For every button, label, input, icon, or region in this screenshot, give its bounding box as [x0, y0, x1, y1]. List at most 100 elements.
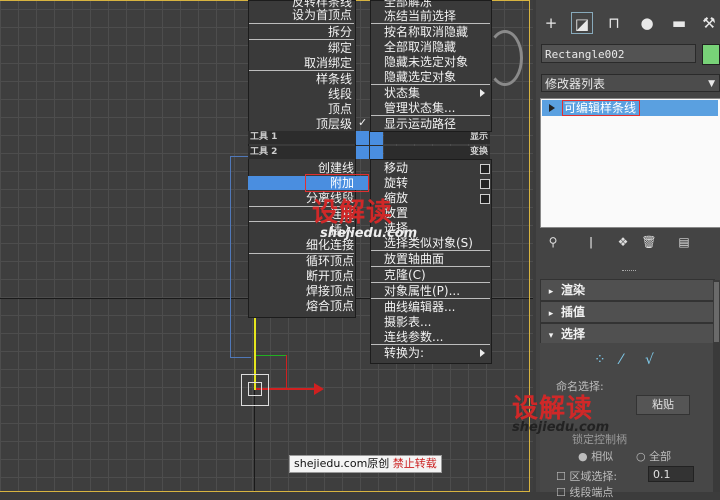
menu-item-unfreeze-all[interactable]: 全部解冻 [384, 0, 432, 9]
menu-separator [371, 115, 490, 116]
menu-item-hide-unselected[interactable]: 隐藏未选定对象 [384, 55, 468, 69]
menu-item-cycle-vertices[interactable]: 循环顶点 [252, 254, 354, 268]
menu-item-weld-vertices[interactable]: 焊接顶点 [252, 284, 354, 298]
chevron-right-icon: ▸ [548, 287, 554, 297]
motion-icon[interactable]: ● [636, 12, 658, 34]
modifier-list-dropdown[interactable]: 修改器列表 ▼ [541, 74, 720, 92]
segment-end-label: 线段端点 [569, 486, 614, 499]
rollout-label: 渲染 [561, 283, 586, 297]
menu-item-unhide-by-name[interactable]: 按名称取消隐藏 [384, 25, 468, 39]
checkmark-icon: ✓ [358, 116, 368, 129]
submenu-arrow-icon [480, 349, 485, 357]
object-color-swatch[interactable] [702, 44, 720, 65]
menu-item-state-sets[interactable]: 状态集 [384, 86, 420, 100]
chevron-right-icon: ▸ [548, 309, 554, 319]
menu-item-spline[interactable]: 样条线 [252, 72, 352, 86]
menu-item-hide-selection[interactable]: 隐藏选定对象 [384, 70, 456, 84]
menu-item-unbind[interactable]: 取消绑定 [252, 56, 352, 70]
watermark-url-2: shejiedu.com [512, 420, 610, 435]
annotation-box-stack [562, 100, 640, 116]
menu-separator [371, 282, 490, 283]
object-name-field[interactable]: Rectangle002 [541, 44, 696, 63]
menu-item-break-vertices[interactable]: 断开顶点 [252, 269, 354, 283]
menu-item-rotate[interactable]: 旋转 [384, 176, 408, 190]
menu-item-vertex[interactable]: 顶点 [252, 102, 352, 116]
menu-item-bind[interactable]: 绑定 [252, 41, 352, 55]
gizmo-plane-xy[interactable] [256, 355, 286, 356]
segment-end-checkbox[interactable]: ☐ 线段端点 [556, 484, 613, 500]
menu-item-make-first[interactable]: 设为首顶点 [252, 8, 352, 22]
menu-item-fuse-vertices[interactable]: 熔合顶点 [252, 299, 354, 313]
menu-item-freeze-selection[interactable]: 冻结当前选择 [384, 9, 456, 23]
menu-item-object-properties[interactable]: 对象属性(P)... [384, 284, 460, 298]
area-select-checkbox[interactable]: ☐ 区域选择: [556, 468, 617, 484]
rollout-interpolation[interactable]: ▸ 插值 [540, 301, 715, 323]
menu-item-clone[interactable]: 克隆(C) [384, 268, 426, 282]
menu-item-move[interactable]: 移动 [384, 161, 408, 175]
quad-header-tools1: 工具 1 [248, 131, 356, 144]
menu-separator [249, 70, 354, 71]
stack-item-editable-spline[interactable]: 可编辑样条线 [542, 100, 718, 116]
menu-item-divide[interactable]: 拆分 [252, 25, 352, 39]
plus-icon[interactable]: + [540, 12, 562, 34]
make-unique-icon[interactable]: ❖ [615, 234, 631, 250]
viewcube-compass[interactable] [487, 30, 523, 86]
panel-scrollbar-thumb[interactable] [714, 282, 719, 342]
menu-item-unhide-all[interactable]: 全部取消隐藏 [384, 40, 456, 54]
gizmo-plane-xy-edge[interactable] [286, 355, 287, 388]
segment-select-icon[interactable]: ⁄ [620, 352, 622, 368]
credit-banner: shejiedu.com原创 禁止转载 [289, 455, 442, 473]
rollout-selection[interactable]: ▾ 选择 [540, 323, 715, 345]
quad-center-divider [356, 145, 383, 146]
remove-modifier-icon[interactable]: 🗑 [641, 234, 657, 250]
utilities-icon[interactable]: ⚒ [698, 12, 720, 34]
watermark-url: shejiedu.com [320, 226, 418, 241]
spline-select-icon[interactable]: √ [645, 352, 654, 368]
modifier-stack[interactable]: 可编辑样条线 [540, 98, 720, 228]
quad-header-transform: 变换 [384, 146, 490, 159]
credit-suffix: 禁止转载 [392, 457, 437, 470]
vertex-select-icon[interactable]: ⁘ [594, 352, 606, 368]
menu-item-place-pivot-surface[interactable]: 放置轴曲面 [384, 252, 444, 266]
pin-stack-icon[interactable]: ⚲ [545, 234, 561, 250]
chevron-down-icon: ▼ [708, 79, 715, 89]
credit-prefix: shejiedu.com原创 [294, 457, 390, 470]
hierarchy-icon[interactable]: ⊓ [603, 12, 625, 34]
menu-item-manage-state-sets[interactable]: 管理状态集... [384, 101, 455, 115]
menu-item-top-level[interactable]: 顶层级 [252, 117, 352, 131]
settings-box-icon[interactable] [480, 164, 490, 174]
menu-item-curve-editor[interactable]: 曲线编辑器... [384, 300, 455, 314]
menu-item-wire-parameters[interactable]: 连线参数... [384, 330, 443, 344]
menu-separator [371, 344, 490, 345]
radio-all[interactable]: ○ 全部 [636, 448, 671, 464]
submenu-arrow-icon [480, 89, 485, 97]
rollout-rendering[interactable]: ▸ 渲染 [540, 279, 715, 301]
configure-sets-icon[interactable]: ▤ [676, 234, 692, 250]
settings-box-icon[interactable] [480, 194, 490, 204]
quad-header-tools2: 工具 2 [248, 146, 356, 159]
display-icon[interactable]: ▬ [668, 12, 690, 34]
modify-icon[interactable]: ◪ [571, 12, 593, 34]
menu-item-create-line[interactable]: 创建线 [252, 161, 354, 175]
menu-item-convert-to[interactable]: 转换为: [384, 346, 424, 360]
menu-separator [249, 23, 354, 24]
menu-item-segment[interactable]: 线段 [252, 87, 352, 101]
paste-button[interactable]: 粘贴 [636, 395, 690, 415]
menu-item-display-trajectory[interactable]: 显示运动路径 [384, 117, 456, 131]
menu-separator [371, 266, 490, 267]
quad-header-display: 显示 [384, 131, 490, 144]
gizmo-x-arrow[interactable] [314, 383, 324, 395]
radio-all-label: 全部 [649, 450, 672, 463]
radio-similar[interactable]: ● 相似 [578, 448, 613, 464]
panel-divider-grip[interactable] [622, 270, 636, 273]
pivot-box-inner [248, 382, 262, 396]
area-select-label: 区域选择: [569, 470, 618, 483]
show-end-result-icon[interactable]: ǀ [583, 234, 599, 250]
rollout-label: 选择 [561, 327, 586, 341]
expand-triangle-icon[interactable] [549, 104, 555, 112]
area-select-spinner[interactable]: 0.1 [648, 466, 694, 482]
radio-similar-label: 相似 [591, 450, 614, 463]
annotation-box-attach [305, 174, 369, 192]
settings-box-icon[interactable] [480, 179, 490, 189]
menu-item-dope-sheet[interactable]: 摄影表... [384, 315, 431, 329]
